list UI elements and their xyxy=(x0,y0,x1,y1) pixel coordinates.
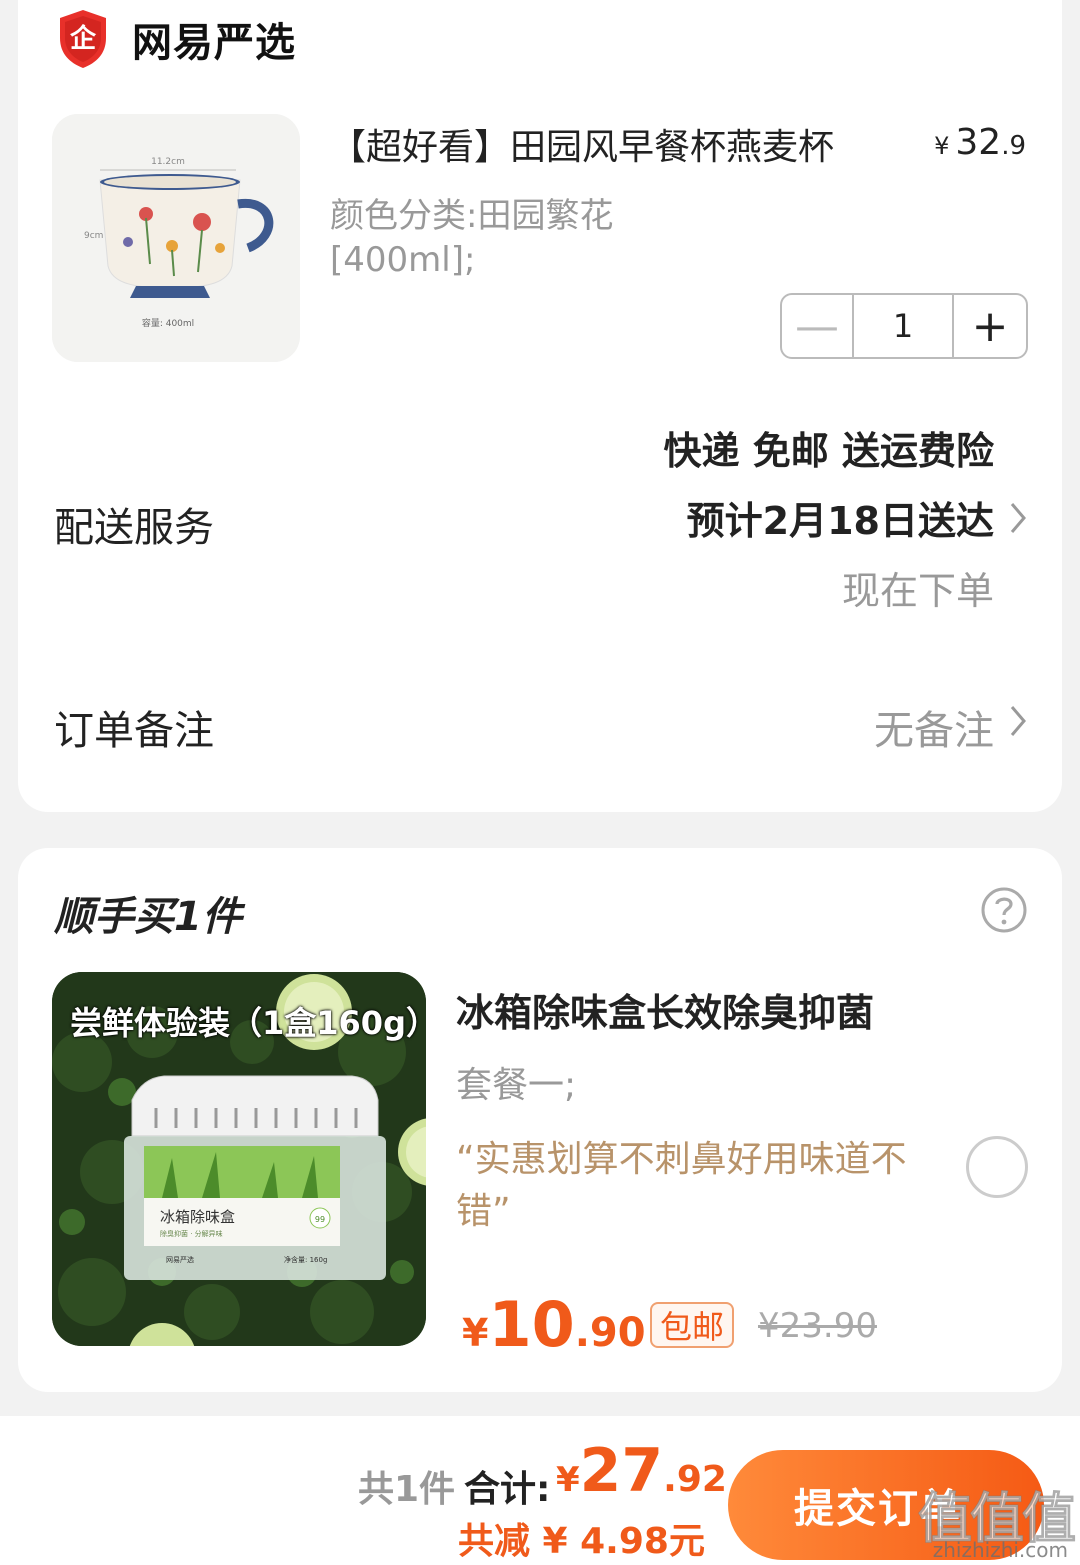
item-count: 共1件 xyxy=(358,1469,456,1510)
price-int: 32 xyxy=(955,122,1002,163)
decrease-button[interactable]: — xyxy=(782,295,854,357)
mug-image: 11.2cm 9cm 容量: 400ml xyxy=(52,114,300,362)
delivery-method[interactable]: 快递 免邮 送运费险 xyxy=(664,420,994,475)
order-note-label: 订单备注 xyxy=(54,708,214,754)
quantity-stepper: — 1 + xyxy=(780,293,1028,359)
store-name: 网易严选 xyxy=(132,20,296,66)
product2-original-price: ¥23.90 xyxy=(758,1306,877,1346)
help-icon[interactable] xyxy=(980,886,1028,934)
product1-thumbnail[interactable]: 11.2cm 9cm 容量: 400ml xyxy=(52,114,300,362)
deodorizer-box-sub: 除臭抑菌 · 分解异味 xyxy=(160,1229,223,1238)
total-label: 合计: xyxy=(464,1469,551,1510)
product1-price: ¥32.9 xyxy=(934,122,1026,163)
deodorizer-box-badge: 99 xyxy=(315,1215,325,1224)
product2-thumbnail-tag: 尝鲜体验装（1盒160g） xyxy=(70,1004,426,1042)
total-savings[interactable]: 共减 ¥ 4.98元 xyxy=(458,1512,705,1564)
chevron-right-icon[interactable] xyxy=(1008,703,1028,739)
mug-dim-width: 11.2cm xyxy=(151,157,185,167)
price-symbol: ¥ xyxy=(462,1311,489,1355)
mug-dim-height: 9cm xyxy=(84,231,103,241)
addon-section-title: 顺手买1件 xyxy=(54,894,242,940)
product1-spec-color[interactable]: 颜色分类:田园繁花 xyxy=(330,188,613,237)
product2-title[interactable]: 冰箱除味盒长效除臭抑菌 xyxy=(456,982,874,1037)
delivery-eta[interactable]: 预计2月18日送达 xyxy=(687,490,994,545)
total-int: 27 xyxy=(579,1436,664,1506)
deodorizer-box-label: 冰箱除味盒 xyxy=(160,1208,235,1226)
product2-price: ¥10.90 xyxy=(462,1288,646,1361)
mug-capacity-label: 容量: 400ml xyxy=(142,317,194,329)
product2-spec: 套餐一; xyxy=(456,1065,577,1106)
store-badge-icon: 企 xyxy=(60,10,106,68)
watermark-url: zhizhizhi.com xyxy=(932,1538,1068,1562)
total-dec: .92 xyxy=(663,1459,727,1500)
product1-title[interactable]: 【超好看】田园风早餐杯燕麦杯 xyxy=(330,118,834,170)
delivery-order-now[interactable]: 现在下单 xyxy=(842,560,994,615)
quantity-value[interactable]: 1 xyxy=(854,295,954,357)
increase-button[interactable]: + xyxy=(954,295,1026,357)
store-badge-char: 企 xyxy=(70,23,97,54)
chevron-right-icon[interactable] xyxy=(1008,500,1028,536)
order-note-value[interactable]: 无备注 xyxy=(874,698,994,756)
store-header[interactable]: 企 网易严选 xyxy=(56,4,296,74)
product1-spec-size[interactable]: [400ml]; xyxy=(330,240,475,280)
deodorizer-box-brand: 网易严选 xyxy=(166,1255,194,1264)
price-dec: .90 xyxy=(574,1310,646,1356)
deodorizer-box-weight: 净含量: 160g xyxy=(284,1255,327,1264)
free-shipping-badge: 包邮 xyxy=(650,1302,735,1348)
delivery-label: 配送服务 xyxy=(54,505,214,551)
total-amount: ¥27.92 xyxy=(556,1436,727,1506)
addon-select-radio[interactable] xyxy=(966,1136,1028,1198)
price-dec: .9 xyxy=(1001,131,1026,161)
price-symbol: ¥ xyxy=(934,132,950,160)
product2-review-quote: “实惠划算不刺鼻好用味道不错” xyxy=(456,1139,907,1233)
price-int: 10 xyxy=(488,1288,575,1361)
product2-thumbnail[interactable]: 冰箱除味盒 除臭抑菌 · 分解异味 网易严选 净含量: 160g 99 尝鲜体验… xyxy=(52,972,426,1346)
total-symbol: ¥ xyxy=(556,1460,580,1500)
